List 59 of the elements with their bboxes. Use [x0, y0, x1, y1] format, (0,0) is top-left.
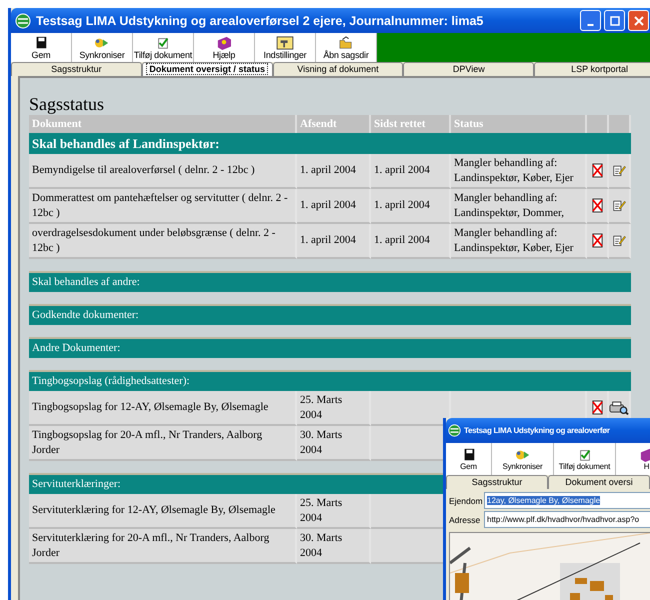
close-icon — [634, 16, 644, 26]
tab[interactable]: Dokument oversi — [548, 475, 650, 489]
toolbar-button[interactable]: Tilføj dokument — [133, 33, 194, 62]
table-cell: Mangler behandling af: Landinspektør, Køber, Ejer — [451, 224, 587, 259]
delete-document-icon[interactable] — [590, 162, 604, 178]
input-field[interactable]: http://www.plf.dk/hvadhvor/hvadhvor.asp?o — [484, 511, 650, 528]
section-header: Skal behandles af Landinspektør: — [29, 133, 631, 154]
tab[interactable]: Sagsstruktur — [11, 62, 142, 76]
maximize-icon — [610, 16, 620, 26]
table-cell: 30. Marts 2004 — [297, 426, 371, 461]
tab[interactable]: Visning af dokument — [272, 62, 404, 76]
section-header: Skal behandles af andre: — [29, 273, 631, 292]
window-title: Testsag LIMA Udstykning og arealoverfør — [464, 426, 610, 435]
printer-magnifier-icon[interactable] — [609, 400, 629, 415]
input-field[interactable]: 12ay, Ølsemagle By, Ølsemagle — [484, 492, 650, 509]
minimize-icon — [587, 24, 594, 26]
globe-icon — [448, 424, 461, 437]
table-cell: Bemyndigelse til arealoverførsel ( delnr. 2 - 12bc ) — [29, 154, 297, 189]
table-cell: Servituterklæring for 12-AY, Ølsemagle By, Ølsemagle — [29, 494, 297, 529]
table-cell: Mangler behandling af: Landinspektør, Køber, Ejer — [451, 154, 587, 189]
table-cell: 1. april 2004 — [297, 154, 371, 189]
table-cell: 1. april 2004 — [371, 224, 451, 259]
minimize-button[interactable] — [580, 10, 601, 31]
delete-document-icon[interactable] — [590, 198, 604, 213]
table-cell: 1. april 2004 — [371, 154, 451, 189]
field-label: Ejendom — [449, 496, 482, 506]
table-cell: 1. april 2004 — [371, 189, 451, 224]
table-cell: 1. april 2004 — [297, 224, 371, 259]
table-cell: Servituterklæring for 20-A mfl., Nr Tranders, Aalborg Jorder — [29, 529, 297, 564]
tab[interactable]: DPView — [403, 62, 534, 76]
delete-document-icon[interactable] — [590, 232, 604, 248]
table-cell: Tingbogsopslag for 20-A mfl., Nr Tranders, Aalborg Jorder — [29, 426, 297, 461]
table-cell: 1. april 2004 — [297, 189, 371, 224]
globe-icon — [15, 12, 31, 28]
column-header: Dokument — [29, 115, 297, 133]
section-header: Godkendte dokumenter: — [29, 306, 631, 325]
tab[interactable]: LSP kortportal — [534, 62, 650, 76]
column-header: Afsendt — [297, 115, 371, 133]
table-cell: overdragelsesdokument under beløbsgrænse ( delnr. 2 - 12bc ) — [29, 224, 297, 259]
table-cell: 25. Marts 2004 — [297, 391, 371, 426]
field-label: Adresse — [449, 514, 482, 524]
table-cell: Mangler behandling af: Landinspektør, Dommer, — [451, 189, 587, 224]
maximize-button[interactable] — [604, 10, 625, 31]
sync-icon — [514, 448, 532, 462]
window-title: Testsag LIMA Udstykning og arealoverførsel 2 ejere, Journalnummer: lima5 — [36, 14, 484, 28]
section-header: Andre Dokumenter: — [29, 339, 631, 358]
close-button[interactable] — [628, 10, 649, 31]
table-cell: 25. Marts 2004 — [297, 494, 371, 529]
tab[interactable]: Dokument oversigt / status — [142, 62, 273, 76]
section-header: Tingbogsopslag (rådighedsattester): — [29, 372, 631, 391]
delete-document-icon[interactable] — [590, 400, 604, 415]
tab[interactable]: Sagsstruktur — [446, 475, 548, 489]
table-cell: 30. Marts 2004 — [297, 529, 371, 564]
sync-icon — [93, 36, 111, 50]
column-header: Status — [451, 115, 587, 133]
table-cell: Dommerattest om pantehæftelser og servitutter ( delnr. 2 - 12bc ) — [29, 189, 297, 224]
table-cell: Tingbogsopslag for 12-AY, Ølsemagle By, Ølsemagle — [29, 391, 297, 426]
column-header: Sidst rettet — [371, 115, 451, 133]
page-heading: Sagsstatus — [29, 94, 104, 114]
